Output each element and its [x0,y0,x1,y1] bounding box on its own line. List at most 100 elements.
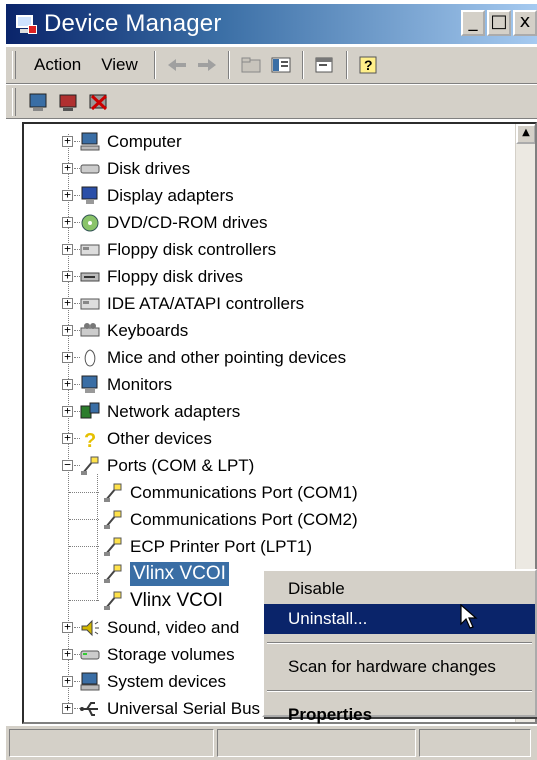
tree-category-item[interactable]: + Display adapters [62,182,234,209]
question-icon: ? [79,428,101,452]
mouse-icon [79,347,101,369]
scroll-up-icon[interactable]: ▲ [516,124,535,144]
forward-arrow-icon[interactable] [194,52,220,78]
display-adapter-icon [79,185,101,207]
expand-icon[interactable]: + [62,378,73,390]
tree-category-item[interactable]: + IDE ATA/ATAPI controllers [62,290,304,317]
cd-rom-icon [79,212,101,234]
system-icon [79,671,101,693]
collapse-icon[interactable]: − [62,459,73,471]
network-icon [79,401,101,423]
port-icon [102,536,124,558]
scan-hardware-icon[interactable] [26,89,52,115]
tree-item-label: Monitors [107,374,173,394]
toolbar-grip[interactable] [12,87,16,116]
tree-child-item[interactable]: Vlinx VCOI [102,560,229,587]
tree-item-label: Keyboards [107,320,189,340]
maximize-button[interactable]: □ [487,10,511,36]
tree-child-item[interactable]: Communications Port (COM2) [102,506,358,533]
tree-category-item[interactable]: − Ports (COM & LPT) [62,452,254,479]
expand-icon[interactable]: + [62,216,73,228]
help-icon[interactable]: ? [356,52,382,78]
tree-category-item[interactable]: + Mice and other pointing devices [62,344,346,371]
tree-category-item[interactable]: + Monitors [62,371,172,398]
status-panel [418,729,531,757]
disk-drive-icon [79,158,101,180]
tree-item-label: Disk drives [107,158,191,178]
expand-icon[interactable]: + [62,621,73,633]
tree-category-item[interactable]: + Floppy disk drives [62,263,243,290]
floppy-drive-icon [79,266,101,288]
up-folder-icon[interactable] [238,52,264,78]
controller-icon [79,239,101,261]
window-title: Device Manager [44,10,222,37]
menu-item-disable[interactable]: Disable [264,574,535,604]
svg-text:?: ? [364,57,373,73]
tree-item-label: Vlinx VCOI [130,561,229,586]
expand-icon[interactable]: + [62,675,73,687]
tree-category-item[interactable]: + Storage volumes [62,641,235,668]
update-driver-icon[interactable] [56,89,82,115]
tree-category-item[interactable]: + Disk drives [62,155,190,182]
tree-child-item[interactable]: Vlinx VCOI [102,587,223,614]
tree-item-label: Display adapters [107,185,234,205]
minimize-button[interactable]: _ [461,10,485,36]
tree-child-item[interactable]: ECP Printer Port (LPT1) [102,533,312,560]
expand-icon[interactable]: + [62,648,73,660]
tree-item-label: Communications Port (COM2) [130,509,358,529]
tree-child-item[interactable]: Communications Port (COM1) [102,479,358,506]
menu-bar: Action View ? [6,46,537,84]
tree-category-item[interactable]: + DVD/CD-ROM drives [62,209,268,236]
expand-icon[interactable]: + [62,243,73,255]
tree-category-item[interactable]: + Floppy disk controllers [62,236,276,263]
toolbar-separator [227,51,230,79]
expand-icon[interactable]: + [62,162,73,174]
mouse-cursor-icon [460,603,478,630]
tree-item-label: Mice and other pointing devices [107,347,347,367]
menu-action[interactable]: Action [24,55,91,75]
toolbar-grip[interactable] [12,51,16,79]
expand-icon[interactable]: + [62,324,73,336]
show-hide-tree-icon[interactable] [268,52,294,78]
expand-icon[interactable]: + [62,405,73,417]
expand-icon[interactable]: + [62,432,73,444]
tree-category-item[interactable]: + Computer [62,128,182,155]
tree-category-item[interactable]: + Sound, video and [62,614,239,641]
expand-icon[interactable]: + [62,135,73,147]
back-arrow-icon[interactable] [164,52,190,78]
tree-category-item[interactable]: + System devices [62,668,226,695]
uninstall-icon[interactable] [86,89,112,115]
tree-category-item[interactable]: + Network adapters [62,398,240,425]
port-icon [102,563,124,585]
tree-item-label: Ports (COM & LPT) [107,455,255,475]
context-menu: Disable Uninstall... Scan for hardware c… [262,569,537,724]
tree-item-label: Network adapters [107,401,241,421]
status-panel [216,729,416,757]
usb-icon [79,698,101,720]
menu-view[interactable]: View [91,55,148,75]
tree-item-label: IDE ATA/ATAPI controllers [107,293,305,313]
menu-separator [267,690,532,692]
properties-icon[interactable] [312,52,338,78]
expand-icon[interactable]: + [62,351,73,363]
expand-icon[interactable]: + [62,270,73,282]
tree-item-label: ECP Printer Port (LPT1) [130,536,313,556]
menu-item-uninstall[interactable]: Uninstall... [264,604,535,634]
close-button[interactable]: x [513,10,537,36]
tree-category-item[interactable]: +? Other devices [62,425,212,452]
tree-category-item[interactable]: + Keyboards [62,317,188,344]
menu-item-scan-hardware[interactable]: Scan for hardware changes [264,652,535,682]
toolbar-separator [301,51,304,79]
expand-icon[interactable]: + [62,189,73,201]
controller-icon [79,293,101,315]
tree-item-label: Sound, video and [107,617,240,637]
tree-item-label: Other devices [107,428,212,448]
tree-item-label: Floppy disk drives [107,266,244,286]
storage-icon [79,644,101,666]
expand-icon[interactable]: + [62,702,73,714]
port-icon [102,590,124,612]
expand-icon[interactable]: + [62,297,73,309]
port-icon [102,482,124,504]
menu-separator [267,642,532,644]
toolbar-separator [345,51,348,79]
